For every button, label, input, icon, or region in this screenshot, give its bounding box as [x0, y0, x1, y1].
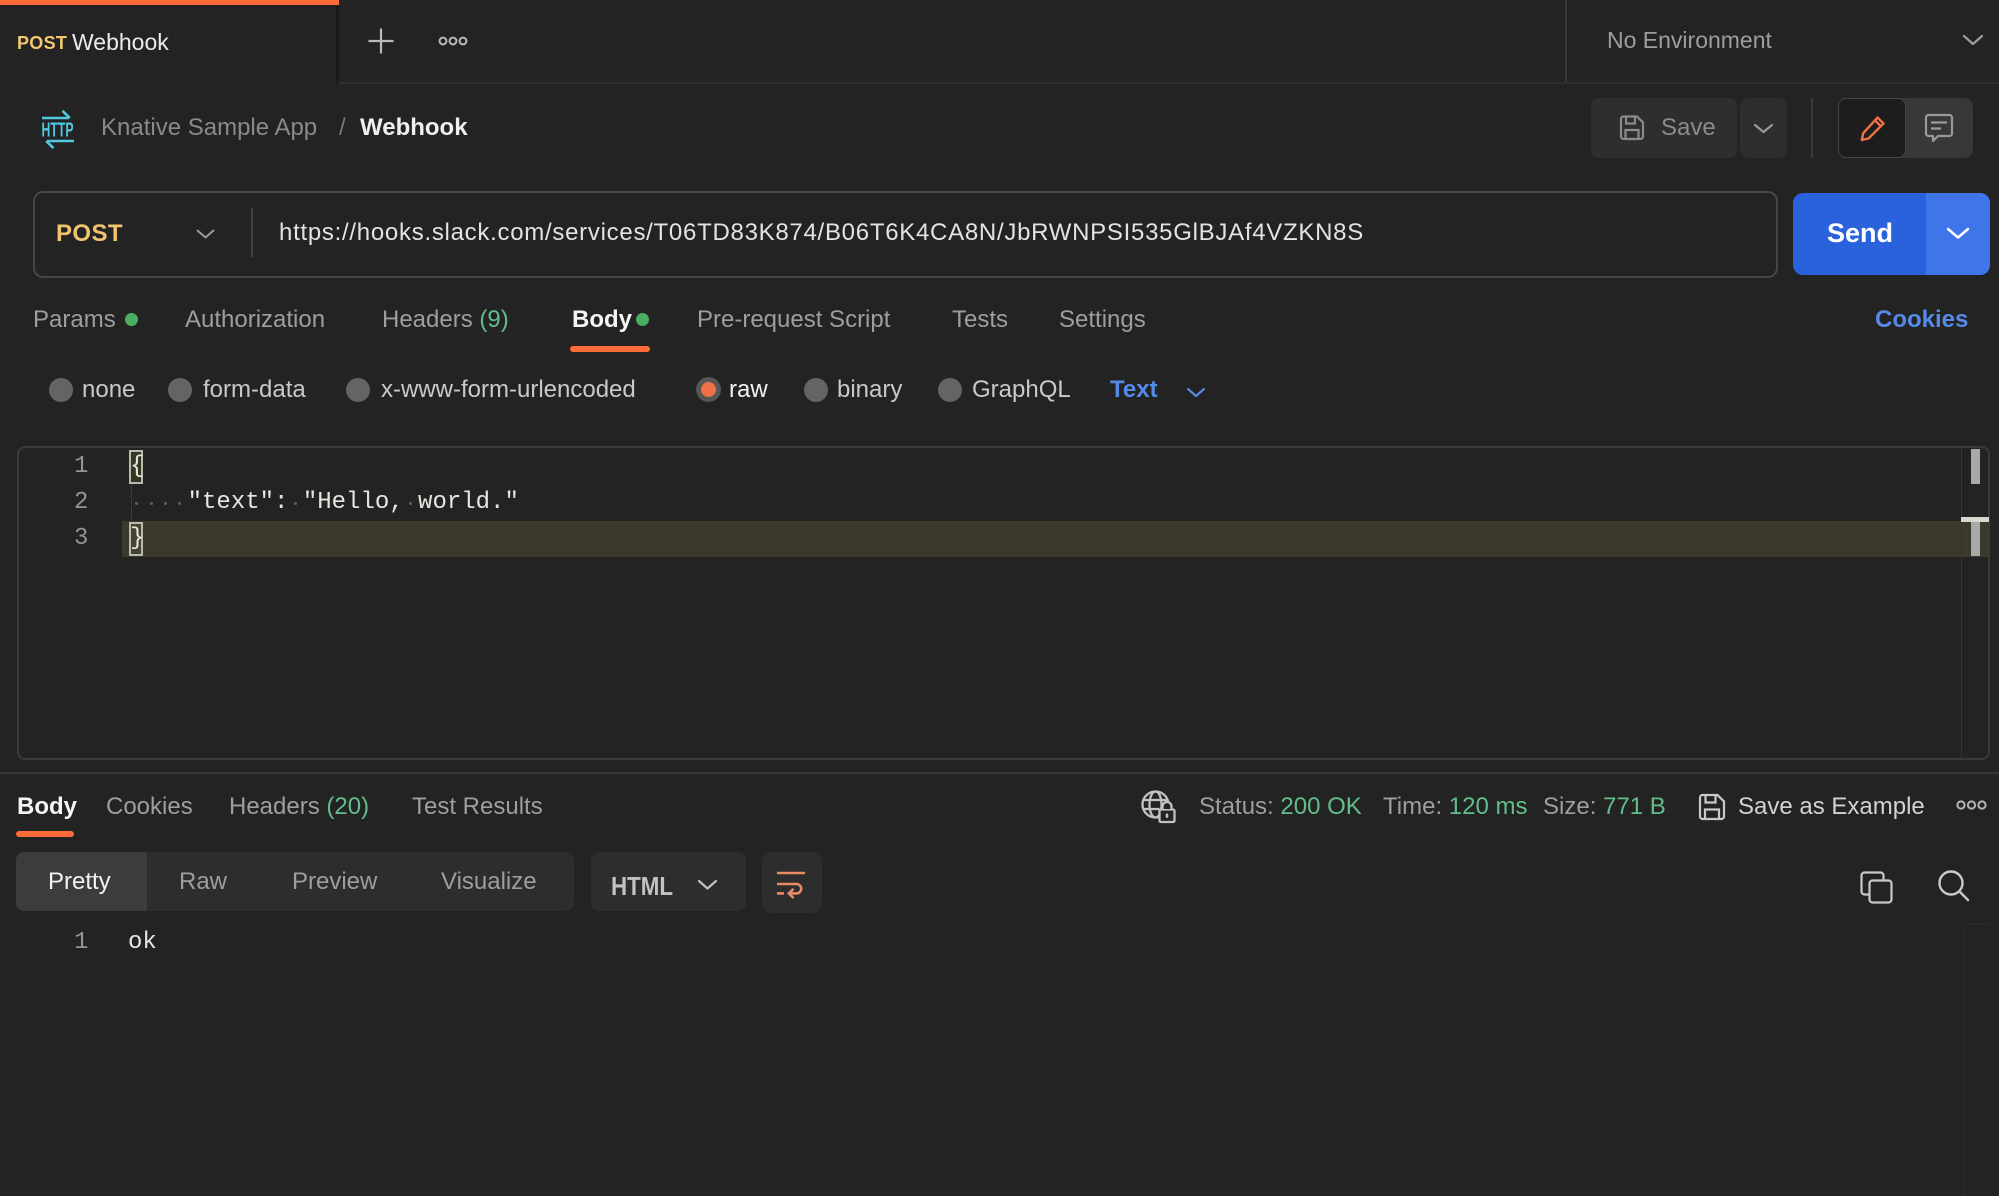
- svg-text:HTTP: HTTP: [42, 120, 74, 142]
